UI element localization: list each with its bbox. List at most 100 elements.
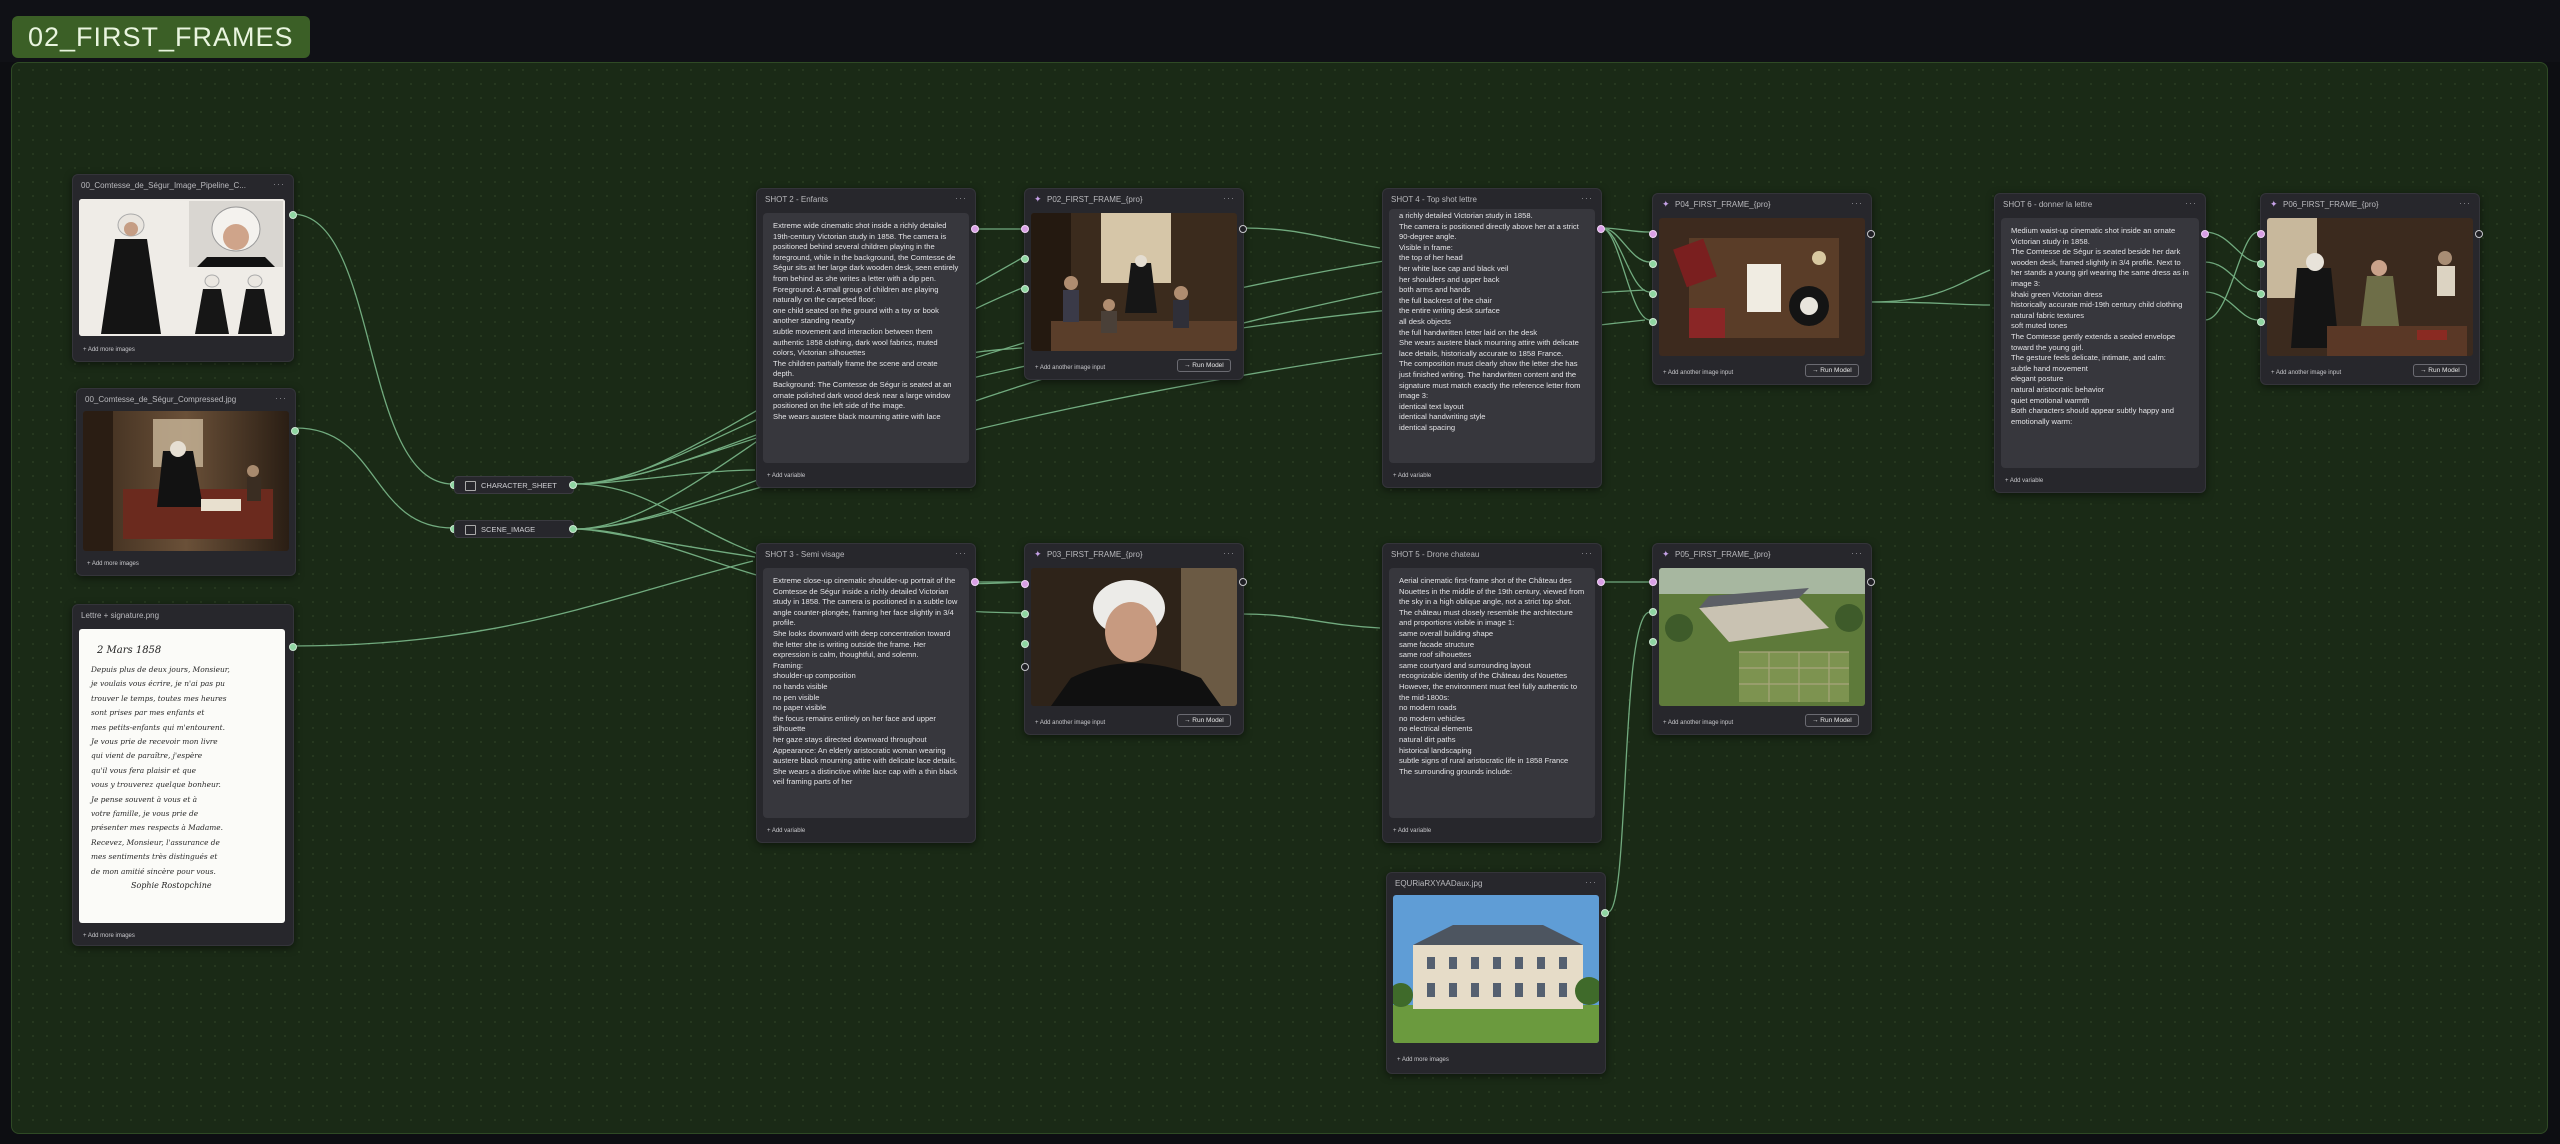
run-model-button[interactable]: → Run Model: [2413, 364, 2467, 377]
add-variable-link[interactable]: + Add variable: [1393, 828, 1431, 834]
input-port-image[interactable]: [1649, 260, 1657, 268]
input-port-image[interactable]: [1649, 290, 1657, 298]
input-port-prompt[interactable]: [1021, 225, 1029, 233]
prompt-text[interactable]: a richly detailed Victorian study in 185…: [1389, 209, 1595, 463]
prompt-text[interactable]: Aerial cinematic first-frame shot of the…: [1389, 568, 1595, 818]
input-port-prompt[interactable]: [1649, 578, 1657, 586]
node-menu-icon[interactable]: ···: [2185, 198, 2197, 208]
input-port-image[interactable]: [1649, 318, 1657, 326]
output-port[interactable]: [971, 225, 979, 233]
image-node-chateau[interactable]: EQURiaRXYAADaux.jpg ··· + Add more image…: [1386, 872, 1609, 1074]
node-menu-icon[interactable]: ···: [275, 393, 287, 403]
node-menu-icon[interactable]: ···: [1581, 548, 1593, 558]
prompt-text[interactable]: Extreme close-up cinematic shoulder-up p…: [763, 568, 969, 818]
prompt-node-shot4[interactable]: SHOT 4 - Top shot lettre ··· a richly de…: [1382, 188, 1605, 488]
add-more-images-link[interactable]: + Add more images: [83, 933, 135, 939]
model-node-p05[interactable]: ✦ P05_FIRST_FRAME_{pro} ··· + Add anothe…: [1649, 543, 1875, 735]
output-port[interactable]: [1867, 230, 1875, 238]
input-port-image[interactable]: [1021, 610, 1029, 618]
output-port[interactable]: [569, 525, 577, 533]
input-port-image[interactable]: [1021, 255, 1029, 263]
output-port[interactable]: [569, 481, 577, 489]
prompt-node-shot3[interactable]: SHOT 3 - Semi visage ··· Extreme close-u…: [756, 543, 979, 843]
output-port[interactable]: [289, 643, 297, 651]
add-more-images-link[interactable]: + Add more images: [87, 561, 139, 567]
input-port-prompt[interactable]: [1021, 580, 1029, 588]
image-node-letter[interactable]: Lettre + signature.png 2 Mars 1858 Depui…: [72, 604, 297, 946]
letter-thumbnail[interactable]: 2 Mars 1858 Depuis plus de deux jours, M…: [79, 629, 285, 923]
image-node-scene[interactable]: 00_Comtesse_de_Ségur_Compressed.jpg ··· …: [76, 388, 299, 576]
input-port-image[interactable]: [1649, 608, 1657, 616]
run-model-button[interactable]: → Run Model: [1805, 364, 1859, 377]
output-port[interactable]: [971, 578, 979, 586]
node-menu-icon[interactable]: ···: [1223, 193, 1235, 203]
input-port-prompt[interactable]: [2257, 230, 2265, 238]
add-variable-link[interactable]: + Add variable: [767, 473, 805, 479]
chateau-thumbnail[interactable]: [1393, 895, 1599, 1043]
output-port[interactable]: [291, 427, 299, 435]
input-port-image[interactable]: [2257, 260, 2265, 268]
prompt-node-shot5[interactable]: SHOT 5 - Drone chateau ··· Aerial cinema…: [1382, 543, 1605, 843]
node-menu-icon[interactable]: ···: [273, 179, 285, 189]
add-image-input-link[interactable]: + Add another image input: [1035, 720, 1105, 726]
run-model-button[interactable]: → Run Model: [1177, 714, 1231, 727]
sparkle-icon: ✦: [2270, 199, 2278, 209]
generated-frame-p04[interactable]: [1659, 218, 1865, 356]
node-menu-icon[interactable]: ···: [2459, 198, 2471, 208]
node-menu-icon[interactable]: ···: [1581, 193, 1593, 203]
input-port-prompt[interactable]: [1649, 230, 1657, 238]
prompt-node-shot2[interactable]: SHOT 2 - Enfants ··· Extreme wide cinema…: [756, 188, 979, 488]
add-image-input-link[interactable]: + Add another image input: [1663, 720, 1733, 726]
add-variable-link[interactable]: + Add variable: [2005, 478, 2043, 484]
node-menu-icon[interactable]: ···: [955, 193, 967, 203]
output-port[interactable]: [1867, 578, 1875, 586]
run-model-button[interactable]: → Run Model: [1805, 714, 1859, 727]
image-node-character[interactable]: 00_Comtesse_de_Ségur_Image_Pipeline_C...…: [72, 174, 297, 362]
input-port-image[interactable]: [2257, 290, 2265, 298]
group-title[interactable]: 02_FIRST_FRAMES: [12, 16, 310, 58]
input-port-empty[interactable]: [1021, 663, 1029, 671]
add-image-input-link[interactable]: + Add another image input: [1663, 370, 1733, 376]
add-image-input-link[interactable]: + Add another image input: [1035, 365, 1105, 371]
generated-frame-p05[interactable]: [1659, 568, 1865, 706]
model-node-p06[interactable]: ✦ P06_FIRST_FRAME_{pro} ··· + Add anothe…: [2257, 193, 2483, 385]
prompt-text[interactable]: Extreme wide cinematic shot inside a ric…: [763, 213, 969, 463]
add-more-images-link[interactable]: + Add more images: [1397, 1057, 1449, 1063]
prompt-line: identical handwriting style: [1399, 412, 1486, 422]
output-port[interactable]: [1597, 578, 1605, 586]
node-menu-icon[interactable]: ···: [1223, 548, 1235, 558]
character-sheet-thumbnail[interactable]: [79, 199, 285, 336]
output-port[interactable]: [1597, 225, 1605, 233]
scene-thumbnail[interactable]: [83, 411, 289, 551]
output-port[interactable]: [2475, 230, 2483, 238]
node-menu-icon[interactable]: ···: [1851, 198, 1863, 208]
add-more-images-link[interactable]: + Add more images: [83, 347, 135, 353]
output-port[interactable]: [2201, 230, 2209, 238]
add-image-input-link[interactable]: + Add another image input: [2271, 370, 2341, 376]
add-variable-link[interactable]: + Add variable: [1393, 473, 1431, 479]
prompt-line: historically accurate mid-19th century c…: [2011, 300, 2183, 310]
prompt-node-shot6[interactable]: SHOT 6 - donner la lettre ··· Medium wai…: [1994, 193, 2209, 493]
model-node-p03[interactable]: ✦ P03_FIRST_FRAME_{pro} ··· + Add anothe…: [1021, 543, 1247, 735]
generated-frame-p02[interactable]: [1031, 213, 1237, 351]
output-port[interactable]: [1239, 578, 1247, 586]
run-model-button[interactable]: → Run Model: [1177, 359, 1231, 372]
variable-character-sheet[interactable]: CHARACTER_SHEET: [454, 476, 574, 494]
generated-frame-p06[interactable]: [2267, 218, 2473, 356]
output-port[interactable]: [1239, 225, 1247, 233]
generated-frame-p03[interactable]: [1031, 568, 1237, 706]
output-port[interactable]: [289, 211, 297, 219]
node-menu-icon[interactable]: ···: [955, 548, 967, 558]
output-port[interactable]: [1601, 909, 1609, 917]
node-menu-icon[interactable]: ···: [1585, 877, 1597, 887]
node-menu-icon[interactable]: ···: [1851, 548, 1863, 558]
model-node-p04[interactable]: ✦ P04_FIRST_FRAME_{pro} ··· + Add anothe…: [1649, 193, 1875, 385]
model-node-p02[interactable]: ✦ P02_FIRST_FRAME_{pro} ··· + Add anothe…: [1021, 188, 1247, 380]
input-port-image[interactable]: [2257, 318, 2265, 326]
add-variable-link[interactable]: + Add variable: [767, 828, 805, 834]
input-port-image[interactable]: [1021, 285, 1029, 293]
input-port-image[interactable]: [1021, 640, 1029, 648]
variable-scene-image[interactable]: SCENE_IMAGE: [454, 520, 574, 538]
prompt-text[interactable]: Medium waist-up cinematic shot inside an…: [2001, 218, 2199, 468]
input-port-image[interactable]: [1649, 638, 1657, 646]
